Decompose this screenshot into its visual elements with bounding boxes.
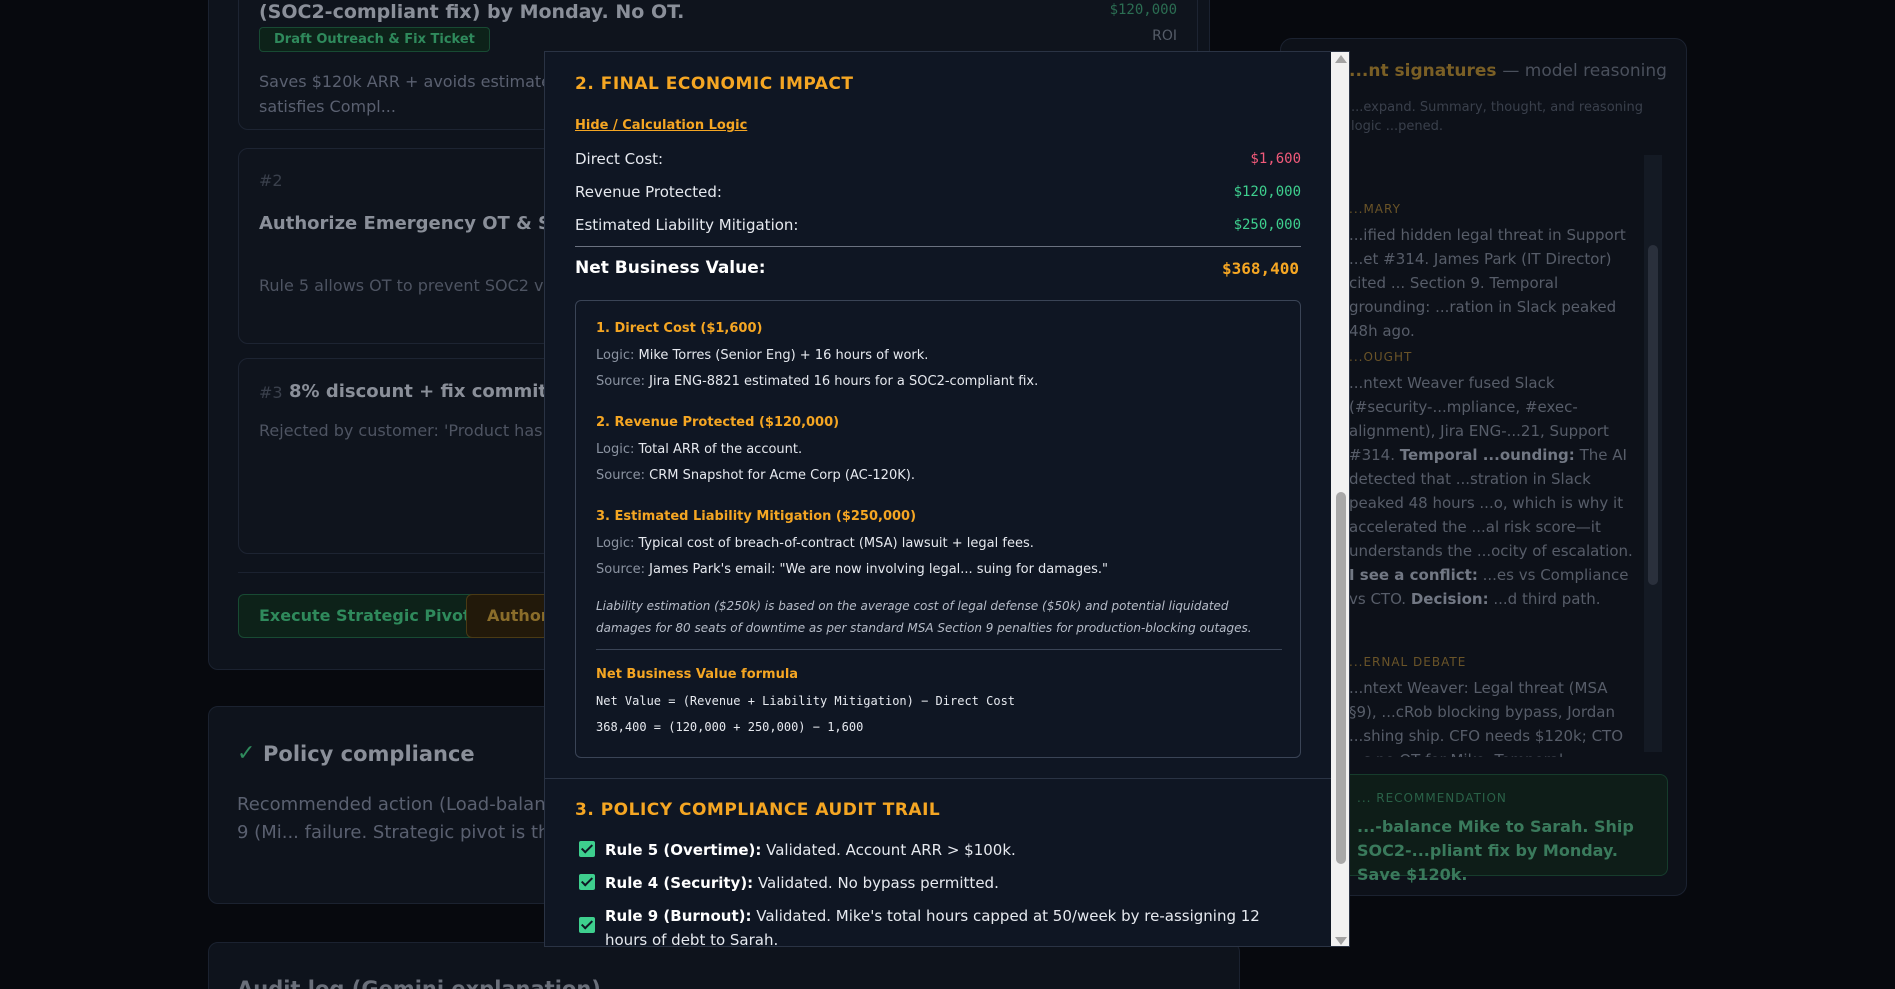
- option-1-title: (SOC2-compliant fix) by Monday. No OT.: [259, 1, 685, 23]
- option-1-roi-label: ROI: [1152, 28, 1177, 44]
- scroll-up-arrow-icon[interactable]: [1335, 55, 1347, 63]
- rule-9-name: Rule 9 (Burnout):: [605, 907, 752, 925]
- rule-4-detail: Validated. No bypass permitted.: [753, 874, 999, 892]
- reasoning-scrollbar-thumb[interactable]: [1648, 245, 1658, 585]
- checkbox-checked-icon[interactable]: [579, 874, 595, 890]
- reasoning-panel-title-sub: — model reasoning: [1502, 61, 1667, 81]
- internal-debate-label: ...ERNAL DEBATE: [1349, 655, 1467, 669]
- rule-4-name: Rule 4 (Security):: [605, 874, 754, 892]
- direct-cost-value: $1,600: [1250, 151, 1301, 167]
- thought-bold-3: Decision:: [1410, 590, 1489, 608]
- option-3-description: Rejected by customer: 'Product has to...: [259, 421, 579, 440]
- liability-mitigation-row: Estimated Liability Mitigation: $250,000: [575, 216, 1301, 240]
- section-separator: [545, 778, 1331, 779]
- logic-key: Logic:: [596, 536, 635, 551]
- option-3-number: #3: [259, 383, 283, 402]
- thought-text-4: ...d third path.: [1493, 590, 1601, 608]
- net-business-value-amount: $368,400: [1221, 259, 1299, 278]
- option-1-amount: $120,000: [1109, 2, 1177, 18]
- economic-impact-modal: 2. FINAL ECONOMIC IMPACT Hide / Calculat…: [544, 51, 1350, 947]
- liability-mitigation-value: $250,000: [1233, 217, 1301, 233]
- option-1-tag: Draft Outreach & Fix Ticket: [259, 27, 490, 52]
- reasoning-panel-title: ...nt signatures — model reasoning: [1349, 61, 1667, 81]
- calculation-logic-box: 1. Direct Cost ($1,600) Logic: Mike Torr…: [575, 300, 1301, 758]
- liability-estimation-note: Liability estimation ($250k) is based on…: [596, 599, 1252, 635]
- direct-cost-row: Direct Cost: $1,600: [575, 150, 1301, 174]
- recommendation-box: ... RECOMMENDATION ...-balance Mike to S…: [1340, 774, 1668, 884]
- rule-5-detail: Validated. Account ARR > $100k.: [761, 841, 1016, 859]
- check-icon: ✓: [237, 741, 256, 766]
- rule-5-name: Rule 5 (Overtime):: [605, 841, 762, 859]
- policy-compliance-title: Policy compliance: [263, 742, 475, 766]
- revenue-protected-value: $120,000: [1233, 184, 1301, 200]
- direct-cost-heading: 1. Direct Cost ($1,600): [596, 321, 763, 336]
- policy-audit-trail-heading: 3. POLICY COMPLIANCE AUDIT TRAIL: [575, 800, 941, 820]
- audit-log-title: Audit log (Gemini explanation): [237, 977, 601, 989]
- internal-debate-text: ...ntext Weaver: Legal threat (MSA §9), …: [1349, 679, 1624, 757]
- revenue-protected-logic-text: Total ARR of the account.: [638, 442, 803, 457]
- rule-9-text: Rule 9 (Burnout): Validated. Mike's tota…: [605, 904, 1301, 946]
- thought-bold-1: Temporal ...ounding:: [1399, 446, 1575, 464]
- revenue-protected-label: Revenue Protected:: [575, 183, 722, 201]
- direct-cost-source-text: Jira ENG-8821 estimated 16 hours for a S…: [649, 374, 1039, 389]
- source-key: Source:: [596, 374, 646, 389]
- revenue-protected-heading: 2. Revenue Protected ($120,000): [596, 415, 840, 430]
- totals-divider: [575, 246, 1301, 247]
- logic-key: Logic:: [596, 442, 635, 457]
- revenue-protected-source: Source: CRM Snapshot for Acme Corp (AC-1…: [596, 468, 915, 483]
- recommendation-label: ... RECOMMENDATION: [1357, 791, 1507, 805]
- logic-key: Logic:: [596, 348, 635, 363]
- summary-label: ...MARY: [1349, 202, 1401, 216]
- reasoning-scroll-area[interactable]: ...MARY ...ified hidden legal threat in …: [1349, 157, 1649, 757]
- direct-cost-label: Direct Cost:: [575, 150, 664, 168]
- option-2-number: #2: [259, 171, 283, 190]
- thought-label: ...OUGHT: [1349, 350, 1413, 364]
- liability-mitigation-source-text: James Park's email: "We are now involvin…: [649, 562, 1109, 577]
- formula-heading: Net Business Value formula: [596, 667, 799, 682]
- thought-bold-2: I see a conflict:: [1349, 566, 1478, 584]
- hide-calculation-logic-link[interactable]: Hide / Calculation Logic: [575, 118, 747, 133]
- source-key: Source:: [596, 562, 646, 577]
- scroll-down-arrow-icon[interactable]: [1335, 937, 1347, 945]
- direct-cost-logic: Logic: Mike Torres (Senior Eng) + 16 hou…: [596, 348, 928, 363]
- formula-divider: [596, 649, 1282, 650]
- reasoning-panel-title-main: ...nt signatures: [1349, 61, 1497, 81]
- liability-mitigation-source: Source: James Park's email: "We are now …: [596, 562, 1108, 577]
- liability-mitigation-logic-text: Typical cost of breach-of-contract (MSA)…: [638, 536, 1034, 551]
- thought-text: ...ntext Weaver fused Slack (#security-.…: [1349, 371, 1639, 611]
- direct-cost-logic-text: Mike Torres (Senior Eng) + 16 hours of w…: [638, 348, 929, 363]
- rule-5-text: Rule 5 (Overtime): Validated. Account AR…: [605, 838, 1301, 862]
- formula-line-1: Net Value = (Revenue + Liability Mitigat…: [596, 694, 1016, 708]
- checkbox-checked-icon[interactable]: [579, 841, 595, 857]
- modal-scrollbar-thumb[interactable]: [1336, 492, 1346, 864]
- modal-scrollbar[interactable]: [1331, 52, 1349, 946]
- final-economic-impact-heading: 2. FINAL ECONOMIC IMPACT: [575, 74, 854, 94]
- liability-mitigation-logic: Logic: Typical cost of breach-of-contrac…: [596, 536, 1034, 551]
- revenue-protected-logic: Logic: Total ARR of the account.: [596, 442, 802, 457]
- execute-strategic-pivot-button[interactable]: Execute Strategic Pivot: [238, 594, 492, 638]
- revenue-protected-row: Revenue Protected: $120,000: [575, 183, 1301, 207]
- liability-mitigation-label: Estimated Liability Mitigation:: [575, 216, 799, 234]
- direct-cost-source: Source: Jira ENG-8821 estimated 16 hours…: [596, 374, 1038, 389]
- source-key: Source:: [596, 468, 646, 483]
- formula-line-2: 368,400 = (120,000 + 250,000) − 1,600: [596, 720, 864, 734]
- summary-text: ...ified hidden legal threat in Support …: [1349, 226, 1626, 340]
- recommendation-text: ...-balance Mike to Sarah. Ship SOC2-...…: [1357, 817, 1634, 884]
- revenue-protected-source-text: CRM Snapshot for Acme Corp (AC-120K).: [649, 468, 915, 483]
- reasoning-panel-subtitle: ...expand. Summary, thought, and reasoni…: [1351, 100, 1643, 134]
- audit-log-panel: Audit log (Gemini explanation): [208, 942, 1240, 989]
- rule-4-text: Rule 4 (Security): Validated. No bypass …: [605, 871, 1301, 895]
- liability-mitigation-heading: 3. Estimated Liability Mitigation ($250,…: [596, 509, 917, 524]
- checkbox-checked-icon[interactable]: [579, 917, 595, 933]
- net-business-value-label: Net Business Value:: [575, 258, 766, 278]
